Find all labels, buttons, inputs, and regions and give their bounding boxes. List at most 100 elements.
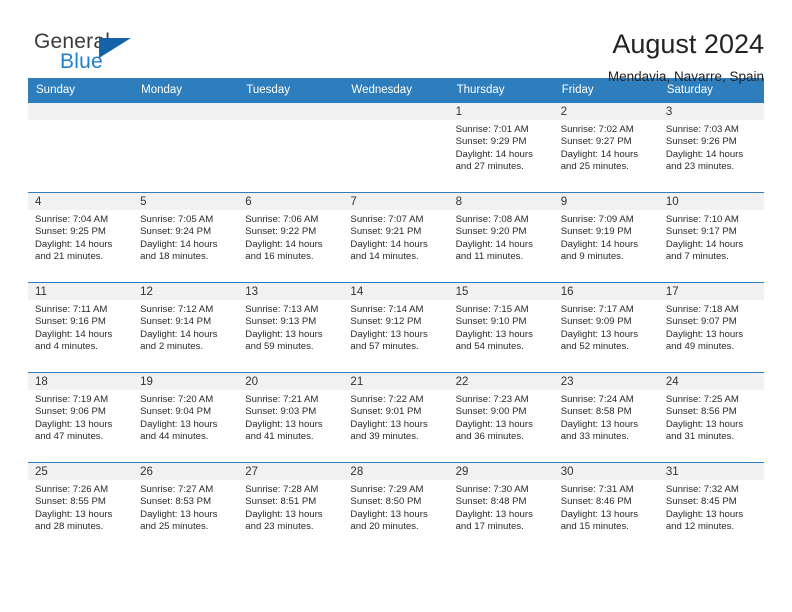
day-details: Sunrise: 7:30 AM Sunset: 8:48 PM Daylight:… (449, 480, 554, 534)
calendar-day-cell[interactable]: 14 Sunrise: 7:14 AM Sunset: 9:12 PM Dayligh… (343, 282, 449, 373)
sunset-text: Sunset: 9:29 PM (455, 136, 527, 148)
sunrise-text: Sunrise: 7:04 AM (35, 214, 109, 225)
daylight-text-line2: and 52 minutes. (560, 341, 629, 353)
calendar-day-cell[interactable]: 21 Sunrise: 7:22 AM Sunset: 9:01 PM Dayligh… (343, 372, 449, 463)
day-number: 1 (448, 103, 554, 120)
daylight-text-line1: Daylight: 14 hours (665, 148, 744, 160)
daylight-text-line2: and 9 minutes. (560, 251, 624, 263)
calendar-day-cell[interactable]: 28 Sunrise: 7:29 AM Sunset: 8:50 PM Dayligh… (343, 462, 449, 553)
calendar-day-cell[interactable]: 18 Sunrise: 7:19 AM Sunset: 9:06 PM Dayligh… (28, 372, 134, 463)
calendar-day-cell[interactable]: 7 Sunrise: 7:07 AM Sunset: 9:21 PM Daylight… (343, 192, 449, 283)
sunset-text: Sunset: 8:53 PM (140, 496, 212, 508)
page-header: General Blue August 2024 Mendavia, Navar… (28, 0, 764, 84)
calendar-week-row: 18 Sunrise: 7:19 AM Sunset: 9:06 PM Dayligh… (28, 372, 764, 463)
calendar-day-cell[interactable]: 27 Sunrise: 7:28 AM Sunset: 8:51 PM Dayligh… (238, 462, 344, 553)
weekday-header-monday: Monday (133, 78, 239, 103)
sunset-text: Sunset: 9:26 PM (665, 136, 737, 148)
calendar-day-cell[interactable]: 22 Sunrise: 7:23 AM Sunset: 9:00 PM Dayligh… (448, 372, 554, 463)
day-details: Sunrise: 7:12 AM Sunset: 9:14 PM Daylight:… (133, 300, 238, 354)
sunset-text: Sunset: 8:50 PM (350, 496, 422, 508)
calendar-day-cell[interactable]: 16 Sunrise: 7:17 AM Sunset: 9:09 PM Dayligh… (553, 282, 659, 373)
day-number: 22 (448, 373, 554, 390)
calendar-day-cell[interactable]: 29 Sunrise: 7:30 AM Sunset: 8:48 PM Dayligh… (448, 462, 554, 553)
sunrise-text: Sunrise: 7:18 AM (665, 304, 739, 315)
sunset-text: Sunset: 9:13 PM (245, 316, 317, 328)
calendar-day-cell[interactable]: 5 Sunrise: 7:05 AM Sunset: 9:24 PM Daylight… (133, 192, 239, 283)
sunset-text: Sunset: 9:16 PM (35, 316, 106, 328)
calendar-day-cell[interactable]: 8 Sunrise: 7:08 AM Sunset: 9:20 PM Daylight… (448, 192, 554, 283)
daylight-text-line2: and 27 minutes. (455, 161, 524, 173)
calendar-day-cell[interactable]: 19 Sunrise: 7:20 AM Sunset: 9:04 PM Dayligh… (133, 372, 239, 463)
sunset-text: Sunset: 9:12 PM (350, 316, 422, 328)
daylight-text-line1: Daylight: 13 hours (350, 418, 428, 430)
weekday-header-tuesday: Tuesday (238, 78, 344, 103)
calendar-day-cell[interactable]: 11 Sunrise: 7:11 AM Sunset: 9:16 PM Dayligh… (28, 282, 134, 373)
calendar-day-cell[interactable]: 31 Sunrise: 7:32 AM Sunset: 8:45 PM Dayligh… (658, 462, 764, 553)
sunrise-text: Sunrise: 7:29 AM (350, 484, 424, 495)
day-number: 9 (553, 193, 659, 210)
sunrise-text: Sunrise: 7:10 AM (665, 214, 739, 225)
calendar-day-cell[interactable]: 6 Sunrise: 7:06 AM Sunset: 9:22 PM Daylight… (238, 192, 344, 283)
day-number: 11 (28, 283, 134, 300)
daylight-text-line2: and 49 minutes. (665, 341, 735, 353)
calendar-day-cell[interactable]: 10 Sunrise: 7:10 AM Sunset: 9:17 PM Dayligh… (658, 192, 764, 283)
calendar-day-cell[interactable]: 23 Sunrise: 7:24 AM Sunset: 8:58 PM Dayligh… (553, 372, 659, 463)
sunset-text: Sunset: 9:01 PM (350, 406, 422, 418)
sunrise-text: Sunrise: 7:09 AM (560, 214, 634, 225)
daylight-text-line1: Daylight: 14 hours (245, 238, 323, 250)
daylight-text-line2: and 23 minutes. (665, 161, 735, 173)
day-details: Sunrise: 7:32 AM Sunset: 8:45 PM Daylight:… (659, 480, 764, 534)
sunset-text: Sunset: 8:55 PM (35, 496, 106, 508)
calendar-week-row: 4 Sunrise: 7:04 AM Sunset: 9:25 PM Daylight… (28, 192, 764, 283)
sunrise-text: Sunrise: 7:07 AM (350, 214, 424, 225)
sunset-text: Sunset: 9:19 PM (560, 226, 632, 238)
day-details: Sunrise: 7:28 AM Sunset: 8:51 PM Daylight:… (238, 480, 343, 534)
daylight-text-line2: and 23 minutes. (245, 521, 314, 533)
calendar-day-cell[interactable]: 13 Sunrise: 7:13 AM Sunset: 9:13 PM Dayligh… (238, 282, 344, 373)
calendar-day-cell[interactable]: 25 Sunrise: 7:26 AM Sunset: 8:55 PM Dayligh… (28, 462, 134, 553)
sunset-text: Sunset: 9:10 PM (455, 316, 527, 328)
sunset-text: Sunset: 9:24 PM (140, 226, 212, 238)
calendar-week-row: 25 Sunrise: 7:26 AM Sunset: 8:55 PM Dayligh… (28, 462, 764, 553)
day-number: 21 (343, 373, 449, 390)
day-details: Sunrise: 7:26 AM Sunset: 8:55 PM Daylight:… (28, 480, 133, 534)
daylight-text-line1: Daylight: 14 hours (140, 238, 218, 250)
daylight-text-line1: Daylight: 13 hours (350, 328, 428, 340)
day-number (238, 103, 344, 120)
calendar-day-cell[interactable]: 30 Sunrise: 7:31 AM Sunset: 8:46 PM Dayligh… (553, 462, 659, 553)
calendar-day-cell[interactable]: 15 Sunrise: 7:15 AM Sunset: 9:10 PM Dayligh… (448, 282, 554, 373)
calendar-day-cell[interactable]: 3 Sunrise: 7:03 AM Sunset: 9:26 PM Daylight… (658, 102, 764, 193)
daylight-text-line1: Daylight: 14 hours (35, 328, 113, 340)
day-details: Sunrise: 7:23 AM Sunset: 9:00 PM Daylight:… (449, 390, 554, 444)
day-details: Sunrise: 7:13 AM Sunset: 9:13 PM Daylight:… (238, 300, 343, 354)
calendar-day-cell[interactable]: 12 Sunrise: 7:12 AM Sunset: 9:14 PM Dayligh… (133, 282, 239, 373)
calendar-day-cell[interactable]: 4 Sunrise: 7:04 AM Sunset: 9:25 PM Daylight… (28, 192, 134, 283)
daylight-text-line2: and 21 minutes. (35, 251, 104, 263)
daylight-text-line1: Daylight: 13 hours (665, 418, 744, 430)
calendar-day-cell[interactable]: 1 Sunrise: 7:01 AM Sunset: 9:29 PM Daylight… (448, 102, 554, 193)
calendar-page: General Blue August 2024 Mendavia, Navar… (0, 0, 792, 612)
daylight-text-line1: Daylight: 13 hours (35, 508, 113, 520)
calendar-day-cell[interactable]: 17 Sunrise: 7:18 AM Sunset: 9:07 PM Dayligh… (658, 282, 764, 373)
sunrise-text: Sunrise: 7:21 AM (245, 394, 319, 405)
day-number: 4 (28, 193, 134, 210)
daylight-text-line2: and 15 minutes. (560, 521, 629, 533)
daylight-text-line1: Daylight: 13 hours (245, 508, 323, 520)
daylight-text-line2: and 2 minutes. (140, 341, 204, 353)
day-details: Sunrise: 7:01 AM Sunset: 9:29 PM Daylight:… (449, 120, 554, 174)
sunset-text: Sunset: 9:22 PM (245, 226, 317, 238)
daylight-text-line1: Daylight: 13 hours (140, 418, 218, 430)
general-blue-logo[interactable]: General Blue (28, 28, 168, 80)
calendar-day-cell[interactable]: 26 Sunrise: 7:27 AM Sunset: 8:53 PM Dayligh… (133, 462, 239, 553)
daylight-text-line1: Daylight: 14 hours (455, 238, 533, 250)
calendar-day-cell[interactable]: 24 Sunrise: 7:25 AM Sunset: 8:56 PM Dayligh… (658, 372, 764, 463)
sunrise-text: Sunrise: 7:27 AM (140, 484, 214, 495)
calendar-day-cell[interactable]: 20 Sunrise: 7:21 AM Sunset: 9:03 PM Dayligh… (238, 372, 344, 463)
day-number: 17 (658, 283, 764, 300)
daylight-text-line1: Daylight: 13 hours (665, 328, 744, 340)
calendar-day-cell[interactable]: 2 Sunrise: 7:02 AM Sunset: 9:27 PM Daylight… (553, 102, 659, 193)
logo-triangle-icon (99, 38, 131, 58)
calendar-day-cell[interactable]: 9 Sunrise: 7:09 AM Sunset: 9:19 PM Daylight… (553, 192, 659, 283)
daylight-text-line2: and 39 minutes. (350, 431, 419, 443)
sunset-text: Sunset: 9:21 PM (350, 226, 422, 238)
